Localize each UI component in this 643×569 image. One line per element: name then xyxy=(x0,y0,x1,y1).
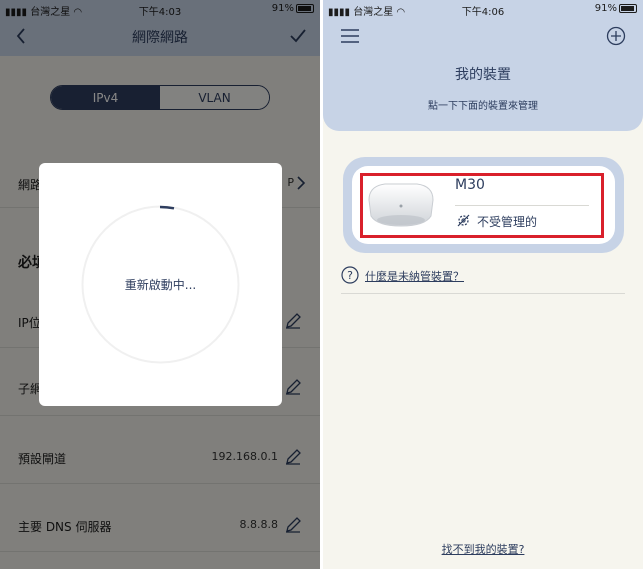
battery-percent: 91% xyxy=(594,3,617,14)
right-screen: ▮▮▮▮ 台灣之星 ◠ 下午4:06 91% 我的裝置 點一下下面的裝置來管理 … xyxy=(323,0,643,569)
battery-icon xyxy=(619,4,637,13)
page-subtitle: 點一下下面的裝置來管理 xyxy=(428,101,538,112)
question-icon: ? xyxy=(341,266,359,284)
highlight-box xyxy=(360,173,604,238)
cant-find-device-link[interactable]: 找不到我的裝置? xyxy=(323,541,643,557)
left-screen: ▮▮▮▮ 台灣之星 ◠ 下午4:03 91% 網際網路 IPv4 VLAN 網路… xyxy=(0,0,320,569)
header-panel: ▮▮▮▮ 台灣之星 ◠ 下午4:06 91% 我的裝置 點一下下面的裝置來管理 xyxy=(323,0,643,131)
restart-dialog: 重新啟動中... xyxy=(39,163,282,406)
svg-text:?: ? xyxy=(347,269,353,282)
add-device-icon[interactable] xyxy=(606,26,626,46)
hamburger-menu-icon[interactable] xyxy=(341,28,359,44)
status-bar: ▮▮▮▮ 台灣之星 ◠ 下午4:06 91% xyxy=(323,0,643,18)
page-title: 我的裝置 xyxy=(455,67,511,83)
unmanaged-help-link[interactable]: 什麼是未納管裝置？ xyxy=(365,268,464,284)
restart-message: 重新啟動中... xyxy=(124,278,197,292)
divider xyxy=(341,293,625,294)
